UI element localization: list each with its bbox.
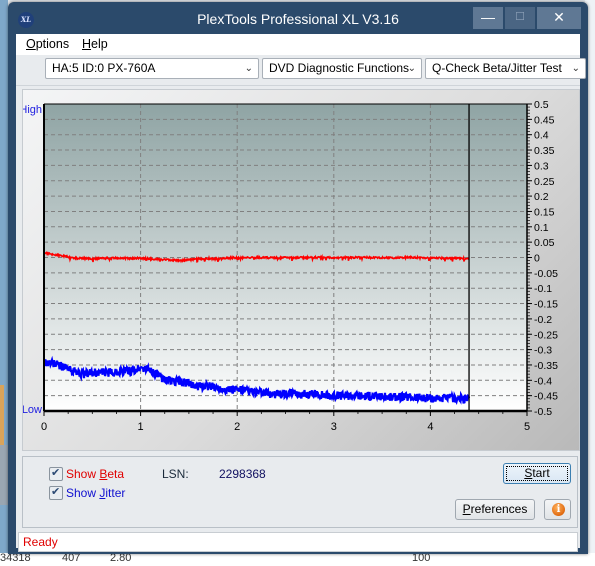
minimize-button[interactable]: —	[473, 7, 503, 29]
y-tick-label: -0.25	[534, 329, 558, 341]
y-tick-label: -0.35	[534, 360, 558, 372]
high-label: High	[23, 104, 42, 116]
y-tick-label: -0.5	[534, 406, 552, 418]
button-label: references	[470, 502, 528, 516]
x-tick-label: 5	[524, 421, 530, 433]
y-tick-label: -0.1	[534, 283, 552, 295]
button-accel: P	[462, 502, 471, 516]
test-select-value: Q-Check Beta/Jitter Test	[432, 61, 562, 75]
show-beta-checkbox[interactable]	[49, 466, 63, 481]
x-tick-label: 3	[331, 421, 337, 433]
info-icon: i	[552, 503, 565, 516]
y-tick-label: -0.05	[534, 268, 558, 280]
background-app-strip	[0, 385, 4, 445]
y-tick-label: 0.1	[534, 222, 549, 234]
low-label: Low	[23, 404, 42, 416]
y-tick-label: -0.2	[534, 314, 552, 326]
label-text: eta	[107, 467, 125, 481]
info-button[interactable]: i	[544, 499, 571, 520]
y-tick-label: 0.3	[534, 160, 549, 172]
maximize-button[interactable]: ☐	[505, 7, 535, 29]
menu-accel: H	[82, 37, 92, 51]
label-text: Show	[66, 467, 100, 481]
y-tick-label: -0.45	[534, 391, 558, 403]
close-button[interactable]: ✕	[537, 7, 581, 29]
drive-select[interactable]: HA:5 ID:0 PX-760A ⌄	[45, 58, 259, 79]
y-tick-label: 0.05	[534, 237, 555, 249]
background-app-strip-gray	[0, 445, 8, 505]
y-tick-label: 0.4	[534, 130, 549, 142]
chevron-down-icon: ⌄	[571, 63, 580, 74]
chevron-down-icon: ⌄	[244, 63, 253, 74]
menu-label: ptions	[35, 37, 70, 51]
background-app-row: 34318 407 2.80 100	[0, 552, 595, 566]
y-tick-label: 0.15	[534, 206, 555, 218]
preferences-button[interactable]: Preferences	[455, 499, 535, 520]
show-beta-label[interactable]: Show Beta	[66, 467, 124, 481]
lsn-value: 2298368	[219, 467, 266, 481]
chart-panel: 0.5 0.45 0.4 0.35 0.3 0.25 0.2 0.15 0.1 0.05 0 -0.0…	[22, 89, 580, 451]
y-tick-label: 0	[534, 253, 540, 265]
client-area: Options Help HA:5 ID:0 PX-760A ⌄ DVD Dia…	[16, 34, 586, 552]
start-button[interactable]: Start	[503, 463, 571, 484]
show-jitter-label[interactable]: Show Jitter	[66, 486, 125, 500]
y-tick-label: -0.3	[534, 345, 552, 357]
status-text: Ready	[23, 535, 58, 549]
test-select[interactable]: Q-Check Beta/Jitter Test ⌄	[425, 58, 586, 79]
status-bar: Ready	[18, 532, 578, 552]
y-tick-label: 0.2	[534, 191, 549, 203]
menu-label: elp	[91, 37, 108, 51]
x-tick-label: 1	[138, 421, 144, 433]
chevron-down-icon: ⌄	[407, 63, 416, 74]
x-tick-label: 0	[41, 421, 47, 433]
function-select-value: DVD Diagnostic Functions	[269, 61, 410, 75]
y-tick-label: 0.45	[534, 114, 555, 126]
y-tick-label: 0.5	[534, 99, 549, 111]
y-tick-label: 0.35	[534, 145, 555, 157]
show-jitter-checkbox[interactable]	[49, 485, 63, 500]
label-text: itter	[105, 486, 126, 500]
controls-panel: Show Beta Show Jitter LSN: 2298368 Start…	[22, 456, 578, 528]
label-text: Show	[66, 486, 100, 500]
toolbar: HA:5 ID:0 PX-760A ⌄ DVD Diagnostic Funct…	[16, 55, 586, 86]
lsn-label: LSN:	[162, 467, 189, 481]
y-tick-label: -0.4	[534, 375, 552, 387]
menu-help[interactable]: Help	[82, 37, 108, 51]
drive-select-value: HA:5 ID:0 PX-760A	[52, 61, 156, 75]
function-select[interactable]: DVD Diagnostic Functions ⌄	[262, 58, 422, 79]
menu-accel: O	[26, 37, 36, 51]
y-tick-label: 0.25	[534, 176, 555, 188]
beta-jitter-chart: 0.5 0.45 0.4 0.35 0.3 0.25 0.2 0.15 0.1 0.05 0 -0.0…	[23, 99, 558, 433]
title-bar[interactable]: XL PlexTools Professional XL V3.16 — ☐ ✕	[8, 2, 588, 34]
focus-rect	[506, 466, 568, 481]
menu-bar: Options Help	[16, 34, 580, 55]
x-tick-label: 2	[234, 421, 240, 433]
x-tick-label: 4	[427, 421, 433, 433]
y-tick-label: -0.15	[534, 299, 558, 311]
menu-options[interactable]: Options	[26, 37, 69, 51]
plextools-window: XL PlexTools Professional XL V3.16 — ☐ ✕…	[8, 2, 588, 554]
